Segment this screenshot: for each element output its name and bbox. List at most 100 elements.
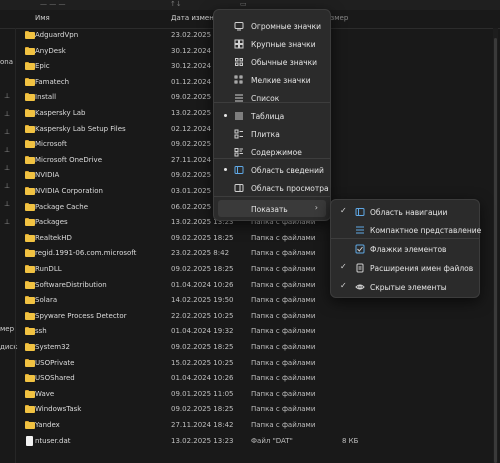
menu-item-label: Область сведений: [251, 166, 324, 175]
row-type: Папка с файлами: [251, 343, 316, 351]
folder-icon: [25, 202, 35, 211]
pin-icon: ⊥: [4, 146, 11, 154]
row-date: 23.02.2025 8:42: [171, 249, 230, 258]
pin-icon: ⊥: [4, 182, 11, 190]
folder-row[interactable]: Yandex 27.11.2024 18:42 Папка с файлами: [16, 418, 493, 433]
nav-pane-icon: [355, 207, 365, 217]
menu-item-label: Компактное представление: [370, 226, 482, 235]
menu-item-grid-small[interactable]: Мелкие значки: [218, 71, 326, 88]
menu-item-table[interactable]: Таблица: [218, 107, 326, 124]
menu-item-monitor[interactable]: Огромные значки: [218, 17, 326, 34]
checkbox-icon: [355, 244, 365, 254]
checkmark-icon: ✓: [340, 206, 347, 215]
row-type: Папка с файлами: [251, 327, 316, 336]
menu-item-label: Мелкие значки: [251, 76, 311, 85]
folder-row[interactable]: System32 09.02.2025 18:25 Папка с файлами: [16, 340, 493, 355]
row-type: Папка с файлами: [251, 421, 316, 429]
folder-icon: [25, 374, 35, 383]
row-date: 13.02.2025 13:23: [171, 436, 234, 445]
folder-icon: [25, 187, 35, 195]
folder-icon: [25, 421, 35, 429]
nav-fragment[interactable]: мер: [0, 325, 14, 333]
row-name: RunDLL: [35, 265, 62, 273]
scrollbar-thumb[interactable]: [494, 38, 497, 463]
submenu-item-nav-pane[interactable]: ✓ Область навигации: [335, 203, 475, 220]
table-icon: [234, 111, 244, 121]
file-row[interactable]: ntuser.dat 13.02.2025 13:23 Файл "DAT" 8 КБ: [16, 434, 493, 449]
menu-item-label: Содержимое: [251, 148, 302, 157]
row-date: 27.11.2024 18:42: [171, 421, 234, 429]
row-name: Wave: [35, 389, 55, 398]
row-name: NVIDIA Corporation: [35, 187, 103, 195]
row-name: USOPrivate: [35, 358, 75, 367]
menu-item-tiles[interactable]: Плитка: [218, 125, 326, 142]
row-type: Папка с файлами: [251, 374, 316, 383]
folder-row[interactable]: Wave 09.01.2025 11:05 Папка с файлами: [16, 387, 493, 402]
menu-item-label: Флажки элементов: [370, 245, 447, 254]
menu-item-label: Показать: [251, 205, 288, 214]
folder-icon: [25, 31, 35, 39]
submenu-item-checkbox[interactable]: Флажки элементов: [335, 240, 475, 257]
row-date: 09.02.2025 18:25: [171, 405, 234, 414]
menu-item-details-pane[interactable]: Область сведений: [218, 161, 326, 178]
row-name: Kaspersky Lab Setup Files: [35, 124, 126, 133]
row-name: ssh: [35, 327, 47, 336]
menu-item-preview-pane[interactable]: Область просмотра: [218, 179, 329, 196]
menu-separator: [214, 102, 330, 103]
folder-row[interactable]: USOShared 01.04.2024 10:26 Папка с файлами: [16, 371, 493, 386]
monitor-icon: [234, 21, 244, 31]
row-date: 22.02.2025 10:25: [171, 311, 234, 320]
folder-icon: [25, 77, 35, 86]
row-name: WindowsTask: [35, 405, 82, 414]
menu-item-label: Область навигации: [370, 208, 448, 217]
row-type: Файл "DAT": [251, 436, 293, 445]
scrollbar[interactable]: [493, 28, 498, 463]
row-name: SoftwareDistribution: [35, 280, 107, 289]
row-name: Kaspersky Lab: [35, 109, 86, 117]
row-name: Spyware Process Detector: [35, 311, 127, 320]
row-name: Epic: [35, 62, 50, 71]
checkmark-icon: ✓: [340, 262, 347, 271]
row-date: 09.02.2025 18:25: [171, 233, 234, 242]
row-date: 01.04.2024 19:32: [171, 327, 234, 336]
row-name: AdguardVpn: [35, 31, 79, 39]
row-date: 14.02.2025 19:50: [171, 296, 234, 305]
folder-icon: [25, 62, 35, 71]
row-type: Папка с файлами: [251, 233, 316, 242]
folder-icon: [25, 311, 35, 320]
toolbar-fragment: ▭: [240, 0, 247, 8]
folder-row[interactable]: Spyware Process Detector 22.02.2025 10:25…: [16, 309, 493, 324]
folder-icon: [25, 93, 35, 102]
pin-icon: ⊥: [4, 128, 11, 136]
submenu-item-compact-view[interactable]: Компактное представление: [335, 221, 481, 238]
menu-item-label: Скрытые элементы: [370, 283, 447, 292]
folder-icon: [25, 343, 35, 351]
folder-row[interactable]: ssh 01.04.2024 19:32 Папка с файлами: [16, 324, 493, 339]
show-submenu: ✓ Область навигации Компактное представлен…: [330, 199, 481, 298]
folder-row[interactable]: USOPrivate 15.02.2025 10:25 Папка с файлам…: [16, 356, 493, 371]
row-type: Папка с файлами: [251, 249, 316, 258]
column-name-header[interactable]: Имя: [35, 14, 50, 22]
menu-separator: [331, 238, 479, 239]
menu-item-label: Таблица: [251, 112, 285, 121]
folder-icon: [25, 405, 35, 414]
row-type: Папка с файлами: [251, 389, 316, 398]
folder-icon: [25, 140, 35, 149]
details-pane-icon: [234, 165, 244, 175]
menu-item-show[interactable]: Показать ›: [218, 200, 326, 217]
row-name: Package Cache: [35, 202, 89, 211]
folder-row[interactable]: WindowsTask 09.02.2025 18:25 Папка с файла…: [16, 402, 493, 417]
nav-fragment[interactable]: оna: [0, 58, 13, 66]
submenu-item-file-ext[interactable]: ✓ Расширения имен файлов: [335, 259, 475, 276]
row-date: 09.01.2025 11:05: [171, 389, 234, 398]
row-name: ntuser.dat: [35, 436, 71, 445]
menu-item-list[interactable]: Список: [218, 89, 326, 106]
submenu-item-eye[interactable]: ✓ Скрытые элементы: [335, 278, 475, 295]
row-name: Install: [35, 93, 57, 102]
row-date: 09.02.2025 18:25: [171, 265, 234, 273]
folder-icon: [25, 171, 35, 180]
menu-separator: [214, 196, 330, 197]
menu-item-grid-large[interactable]: Крупные значки: [218, 35, 326, 52]
menu-item-grid-medium[interactable]: Обычные значки: [218, 53, 326, 70]
selected-dot-icon: [224, 114, 227, 117]
